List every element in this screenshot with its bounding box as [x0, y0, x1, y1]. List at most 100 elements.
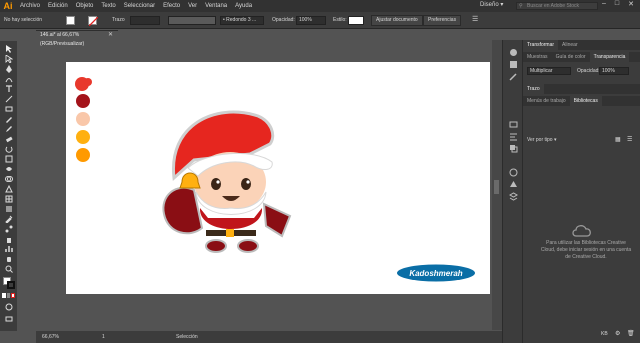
- transparency-opacity-label: Opacidad:: [577, 68, 600, 74]
- swatch-orange[interactable]: [76, 148, 90, 162]
- graphic-style-select[interactable]: [348, 16, 364, 25]
- search-icon: ⚲: [519, 3, 523, 9]
- drawing-modes[interactable]: [3, 303, 14, 311]
- list-view-icon[interactable]: ☰: [627, 136, 632, 143]
- color-guide-icon[interactable]: [509, 60, 518, 69]
- rotate-tool[interactable]: [3, 145, 14, 153]
- hand-icon: [6, 257, 11, 262]
- tab-align[interactable]: Alinear: [558, 40, 582, 50]
- paintbrush-tool[interactable]: [3, 115, 14, 123]
- color-button[interactable]: [2, 293, 6, 298]
- santa-illustration[interactable]: [154, 96, 314, 256]
- align-options-icon[interactable]: ☰: [472, 15, 478, 23]
- gradient-tool[interactable]: [3, 205, 14, 213]
- workspace-switcher[interactable]: Diseño ▾: [480, 1, 503, 8]
- swatch-red[interactable]: [75, 77, 92, 91]
- adjust-document-button[interactable]: Ajustar documento: [371, 15, 423, 26]
- line-tool[interactable]: [3, 95, 14, 103]
- tab-transparency[interactable]: Transparencia: [589, 52, 630, 62]
- width-tool[interactable]: [3, 165, 14, 173]
- eraser-tool[interactable]: [3, 135, 14, 143]
- variable-width-profile[interactable]: [168, 16, 216, 25]
- selection-tool[interactable]: [3, 45, 14, 53]
- type-tool[interactable]: [3, 85, 14, 93]
- fill-swatch[interactable]: [66, 16, 75, 25]
- perspective-grid-tool[interactable]: [3, 185, 14, 193]
- layers-icon[interactable]: [509, 192, 518, 201]
- symbol-sprayer-tool[interactable]: [3, 235, 14, 243]
- trash-icon[interactable]: 🗑: [627, 330, 635, 337]
- shape-builder-tool[interactable]: [3, 175, 14, 183]
- color-panel-icon[interactable]: [509, 48, 518, 57]
- brushes-icon[interactable]: [509, 72, 518, 81]
- stroke-swatch[interactable]: [88, 16, 99, 27]
- none-button[interactable]: [11, 293, 15, 298]
- pathfinder-icon[interactable]: [509, 144, 518, 153]
- grid-view-icon[interactable]: ▦: [615, 136, 621, 143]
- tab-transform[interactable]: Transformar: [523, 40, 559, 50]
- screen-mode[interactable]: [3, 315, 14, 323]
- swatch-dark-red[interactable]: [76, 94, 90, 108]
- pencil-tool[interactable]: [3, 125, 14, 133]
- view-by-type-select[interactable]: Ver por tipo ▾: [527, 137, 556, 143]
- swatch-skin[interactable]: [76, 112, 90, 126]
- menu-ayuda[interactable]: Ayuda: [231, 3, 256, 9]
- stock-search-input[interactable]: ⚲ Buscar en Adobe Stock: [516, 2, 598, 10]
- menu-texto[interactable]: Texto: [97, 3, 119, 9]
- blend-mode-select[interactable]: Multiplicar: [527, 67, 571, 75]
- transform-panel-tabs: Transformar Alinear: [523, 40, 640, 50]
- menu-archivo[interactable]: Archivo: [16, 3, 44, 9]
- rectangle-tool[interactable]: [3, 105, 14, 113]
- preferences-button[interactable]: Preferencias: [423, 15, 462, 26]
- tab-libraries[interactable]: Bibliotecas: [569, 96, 602, 106]
- eyedropper-tool[interactable]: [3, 215, 14, 223]
- blend-tool[interactable]: [3, 225, 14, 233]
- symbols-icon[interactable]: [509, 180, 518, 189]
- transparency-opacity-field[interactable]: 100%: [599, 67, 629, 75]
- curvature-tool[interactable]: [3, 75, 14, 83]
- no-stroke-icon: [88, 16, 99, 27]
- tab-swatches[interactable]: Muestras: [523, 52, 552, 62]
- stroke-color-box[interactable]: [7, 281, 15, 289]
- swatch-gold[interactable]: [76, 130, 90, 144]
- zoom-level[interactable]: 66,67%: [42, 334, 59, 340]
- scale-tool[interactable]: [3, 155, 14, 163]
- close-window-button[interactable]: ✕: [628, 0, 634, 8]
- stroke-weight-field[interactable]: [130, 16, 160, 25]
- draw-mode-icon: [5, 303, 12, 311]
- graphic-styles-icon[interactable]: [509, 168, 518, 177]
- menu-objeto[interactable]: Objeto: [72, 3, 98, 9]
- scale-icon: [5, 155, 12, 163]
- artboard-number[interactable]: 1: [102, 334, 105, 340]
- hand-tool[interactable]: [3, 255, 14, 263]
- zoom-tool[interactable]: [3, 265, 14, 273]
- align-icon[interactable]: [509, 132, 518, 141]
- menu-ver[interactable]: Ver: [184, 3, 201, 9]
- menu-seleccionar[interactable]: Seleccionar: [120, 3, 159, 9]
- rotate-icon: [5, 146, 12, 153]
- tab-color-guide[interactable]: Guía de color: [552, 52, 590, 62]
- pen-tool[interactable]: [3, 65, 14, 73]
- tab-stroke[interactable]: Trazo: [523, 84, 544, 94]
- library-settings-icon[interactable]: ⚙: [615, 330, 620, 337]
- eyedropper-icon: [4, 215, 12, 223]
- tab-workspaces[interactable]: Menús de trabajo: [523, 96, 570, 106]
- mesh-tool[interactable]: [3, 195, 14, 203]
- minimize-button[interactable]: –: [602, 0, 606, 8]
- opacity-field[interactable]: 100%: [296, 16, 326, 25]
- artboard[interactable]: Kadoshmerah: [66, 62, 490, 294]
- menu-ventana[interactable]: Ventana: [201, 3, 231, 9]
- menu-edicion[interactable]: Edición: [44, 3, 72, 9]
- document-tab[interactable]: 146.ai* al 66,67% (RGB/Previsualizar): [36, 30, 118, 47]
- appearance-icon[interactable]: [509, 120, 518, 129]
- current-tool-status[interactable]: Selección: [176, 334, 198, 340]
- gradient-button[interactable]: [6, 293, 11, 298]
- menu-efecto[interactable]: Efecto: [159, 3, 184, 9]
- vertical-scroll-thumb[interactable]: [494, 180, 499, 194]
- maximize-button[interactable]: □: [615, 0, 619, 8]
- direct-selection-tool[interactable]: [3, 55, 14, 63]
- library-size: KB: [601, 331, 608, 337]
- close-tab-icon[interactable]: ✕: [108, 31, 113, 38]
- brush-definition-select[interactable]: • Redondo 3 ...: [220, 16, 264, 25]
- column-graph-tool[interactable]: [3, 245, 14, 253]
